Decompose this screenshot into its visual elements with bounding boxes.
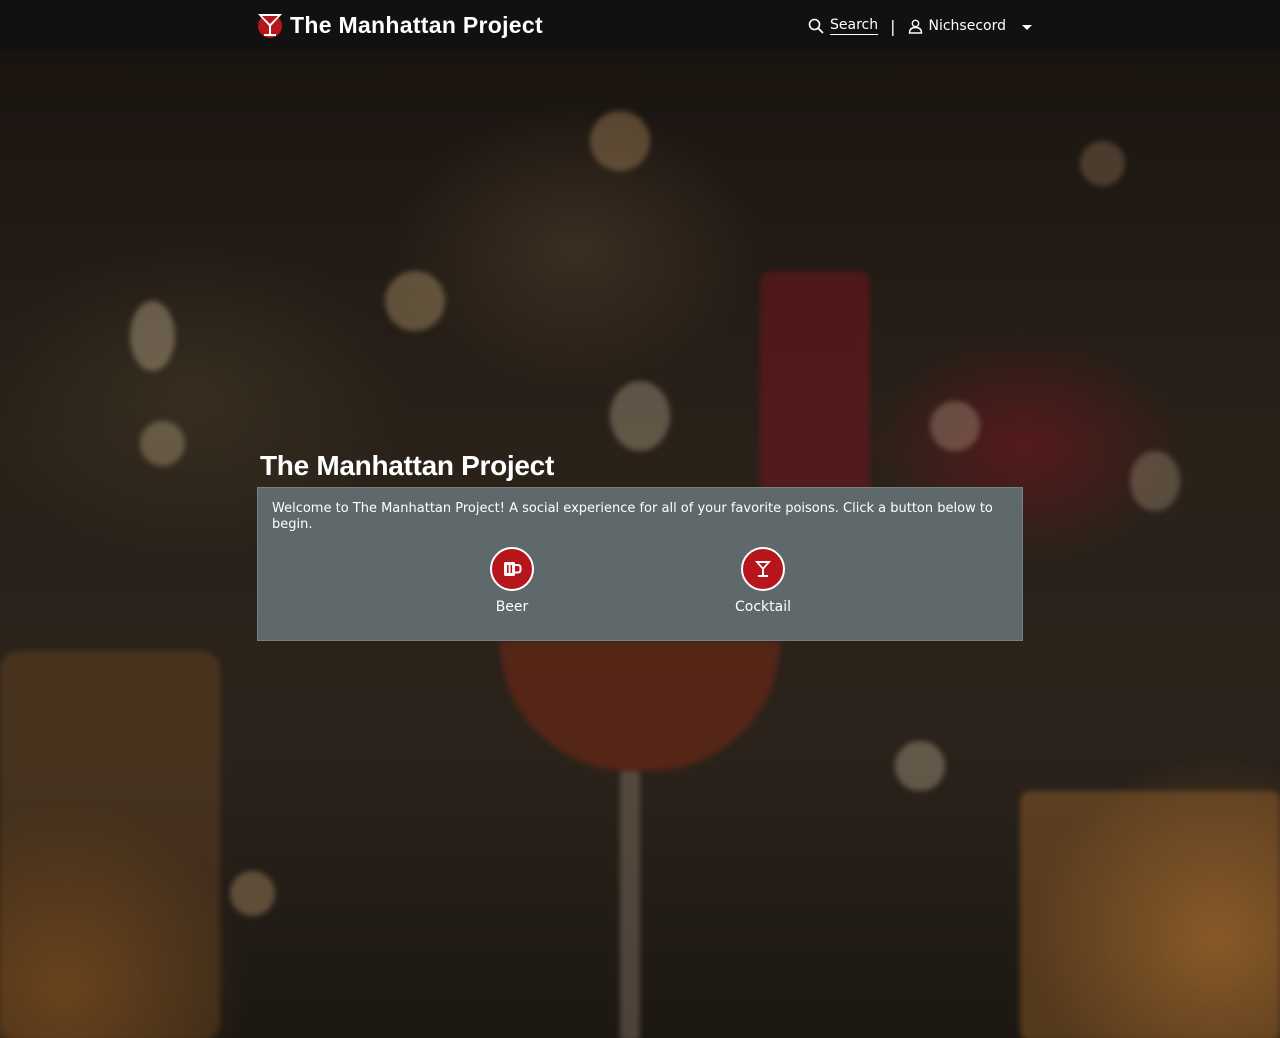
top-navbar: The Manhattan Project Search | Nichsecor… bbox=[0, 0, 1280, 51]
bokeh-light bbox=[930, 401, 980, 451]
beer-label: Beer bbox=[495, 599, 529, 615]
user-menu[interactable]: Nichsecord bbox=[908, 18, 1032, 34]
cocktail-label: Cocktail bbox=[735, 599, 791, 615]
chevron-down-icon bbox=[1022, 25, 1032, 30]
username-label: Nichsecord bbox=[928, 18, 1007, 34]
beer-button[interactable]: Beer bbox=[467, 547, 557, 615]
welcome-heading: The Manhattan Project bbox=[260, 450, 554, 481]
nav-separator: | bbox=[890, 16, 896, 36]
search-link[interactable]: Search bbox=[808, 17, 879, 35]
bokeh-light bbox=[620, 771, 640, 1038]
bokeh-light bbox=[0, 651, 220, 1038]
bokeh-light bbox=[130, 301, 175, 371]
search-label: Search bbox=[830, 17, 879, 35]
bokeh-light bbox=[590, 111, 650, 171]
bokeh-light bbox=[1080, 141, 1125, 186]
cocktail-logo-icon bbox=[258, 14, 282, 38]
user-icon bbox=[908, 19, 922, 34]
brand-title: The Manhattan Project bbox=[290, 11, 543, 38]
bokeh-light bbox=[760, 271, 870, 501]
bokeh-light bbox=[610, 381, 670, 451]
brand-link[interactable]: The Manhattan Project bbox=[256, 9, 543, 41]
cocktail-glass-icon bbox=[741, 547, 785, 591]
bokeh-light bbox=[230, 871, 275, 916]
bokeh-light bbox=[385, 271, 445, 331]
bokeh-light bbox=[140, 421, 185, 466]
bokeh-light bbox=[500, 641, 780, 771]
cocktail-button[interactable]: Cocktail bbox=[718, 547, 808, 615]
nav-actions: Search | Nichsecord bbox=[808, 14, 1032, 38]
welcome-card: Welcome to The Manhattan Project! A soci… bbox=[257, 487, 1023, 641]
bokeh-light bbox=[1130, 451, 1180, 511]
bokeh-light bbox=[895, 741, 945, 791]
bokeh-light bbox=[1020, 791, 1280, 1038]
welcome-message: Welcome to The Manhattan Project! A soci… bbox=[272, 501, 993, 532]
search-icon bbox=[808, 18, 824, 34]
beer-mug-icon bbox=[490, 547, 534, 591]
